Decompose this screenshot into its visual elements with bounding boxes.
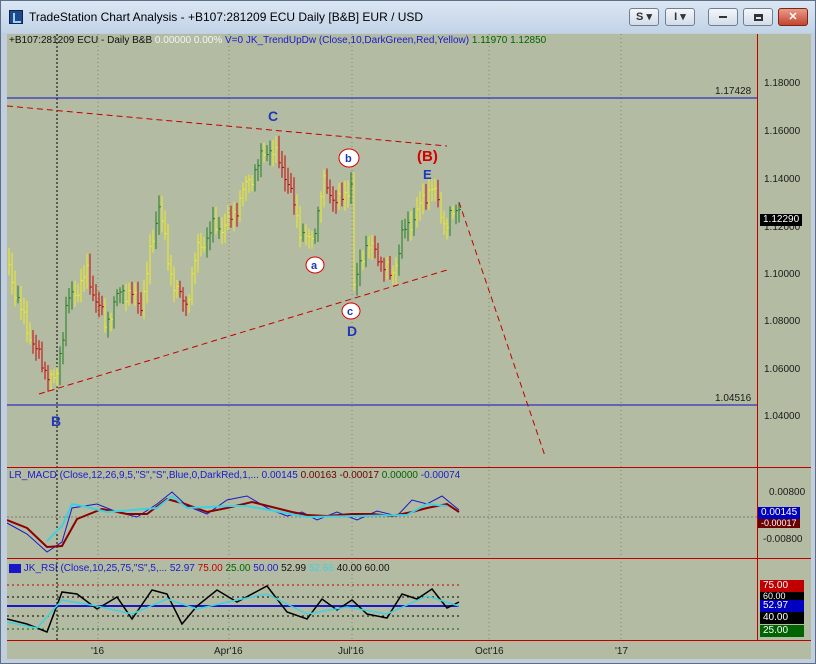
price-tick: 1.06000 (764, 364, 801, 375)
macd-value-3: -0.00017 (339, 470, 380, 481)
wave-label-b: b (345, 153, 352, 165)
wave-label-b-circle: b (338, 148, 360, 168)
rsi-header: JK_RSI (Close,10,25,75,"S",5,... 52.97 7… (9, 563, 390, 574)
s-menu-button[interactable]: S ▾ (629, 8, 659, 26)
chart-area[interactable]: B C D E (B) b a c 0.00800 -0.00800 1.180… (7, 34, 811, 659)
rsi-value-6: 52.66 (308, 563, 334, 574)
macd-value-2: 0.00163 (300, 470, 337, 481)
price-header: +B107:281209 ECU - Daily B&B 0.00000 0.0… (9, 35, 546, 46)
price-tick: 1.08000 (764, 316, 801, 327)
title-bar[interactable]: TradeStation Chart Analysis - +B107:2812… (1, 1, 815, 33)
wave-label-C: C (268, 108, 278, 124)
rsi-value-7: 40.00 (336, 563, 362, 574)
macd-axis-label-bottom: -0.00800 (763, 534, 803, 545)
price-tick: 1.16000 (764, 126, 801, 137)
price-tick: 1.04000 (764, 411, 801, 422)
rsi-tag-25: 25.00 (760, 625, 804, 637)
close-button[interactable]: ✕ (778, 8, 808, 26)
price-pct: 0.00% (193, 35, 223, 46)
price-indicator-value-2: 1.12850 (510, 35, 547, 46)
rsi-value-2: 75.00 (197, 563, 223, 574)
maximize-icon (753, 13, 763, 21)
close-icon: ✕ (788, 11, 798, 23)
time-tick: Jul'16 (338, 646, 364, 657)
maximize-button[interactable] (743, 8, 773, 26)
wave-label-c: c (347, 306, 353, 318)
i-menu-label: I (674, 11, 678, 23)
macd-value-1: 0.00145 (261, 470, 298, 481)
macd-value-5: -0.00074 (420, 470, 461, 481)
price-indicator: JK_TrendUpDw (Close,10,DarkGreen,Red,Yel… (245, 35, 470, 46)
month-gridlines (97, 34, 622, 640)
wave-label-D: D (347, 323, 357, 339)
macd-rsi-separator[interactable] (7, 558, 811, 559)
price-tick: 1.18000 (764, 78, 801, 89)
time-axis[interactable]: '16 Apr'16 Jul'16 Oct'16 '17 (91, 646, 628, 657)
rsi-value-4: 50.00 (253, 563, 279, 574)
minimize-button[interactable] (708, 8, 738, 26)
rsi-label: JK_RSI (Close,10,25,75,"S",5,... (23, 563, 168, 574)
s-menu-label: S (636, 11, 644, 23)
wave-label-a: a (311, 260, 318, 272)
dropdown-arrow-icon: ▾ (680, 11, 686, 23)
lower-trendline[interactable] (38, 269, 448, 395)
window-title: TradeStation Chart Analysis - +B107:2812… (29, 10, 424, 24)
time-tick: '17 (615, 646, 628, 657)
wave-label-c-circle: c (341, 302, 361, 320)
rsi-value-8: 60.00 (364, 563, 390, 574)
projection-line[interactable] (458, 201, 546, 457)
price-volume: V=0 (225, 35, 244, 46)
price-change: 0.00000 (154, 35, 192, 46)
chart-window: TradeStation Chart Analysis - +B107:2812… (0, 0, 816, 664)
rsi-tag-40: 40.00 (760, 612, 804, 624)
wave-label-E: E (423, 167, 432, 182)
price-tick: 1.10000 (764, 269, 801, 280)
macd-pane: 0.00800 -0.00800 (7, 487, 806, 553)
upper-trendline[interactable] (7, 105, 448, 147)
price-indicator-value-1: 1.11970 (471, 35, 508, 46)
wave-label-B: B (51, 413, 61, 429)
price-tick: 1.14000 (764, 174, 801, 185)
price-macd-separator[interactable] (7, 467, 811, 468)
minimize-icon (719, 16, 727, 19)
rsi-time-separator (7, 640, 811, 641)
wave-label-a-circle: a (305, 256, 325, 274)
time-tick: '16 (91, 646, 104, 657)
rsi-value-3: 25.00 (225, 563, 251, 574)
last-price-tag: 1.12290 (760, 214, 803, 226)
tradestation-app-icon[interactable] (9, 10, 23, 24)
rsi-value-5: 52.99 (281, 563, 307, 574)
rsi-color-swatch (9, 563, 21, 573)
resistance-level-value: 1.17428 (715, 86, 752, 97)
rsi-value-1: 52.97 (169, 563, 195, 574)
macd-header: LR_MACD (Close,12,26,9,5,"S","S",Blue,0,… (9, 470, 460, 481)
macd-neg-tag: -0.00017 (758, 519, 800, 528)
price-bars (8, 135, 461, 392)
price-axis-separator (757, 34, 758, 640)
wave-label-B-paren: (B) (417, 148, 438, 165)
time-tick: Oct'16 (475, 646, 504, 657)
support-level-value: 1.04516 (715, 393, 752, 404)
rsi-line (7, 585, 460, 633)
price-symbol: +B107:281209 ECU - Daily B&B (9, 35, 153, 46)
macd-value-4: 0.00000 (381, 470, 418, 481)
i-menu-button[interactable]: I ▾ (665, 8, 695, 26)
macd-label: LR_MACD (Close,12,26,9,5,"S","S",Blue,0,… (9, 470, 259, 481)
rsi-tag-52: 52.97 (760, 600, 804, 612)
rsi-pane (7, 584, 460, 633)
macd-axis-label-top: 0.00800 (769, 487, 806, 498)
time-tick: Apr'16 (214, 646, 243, 657)
dropdown-arrow-icon: ▾ (646, 11, 652, 23)
